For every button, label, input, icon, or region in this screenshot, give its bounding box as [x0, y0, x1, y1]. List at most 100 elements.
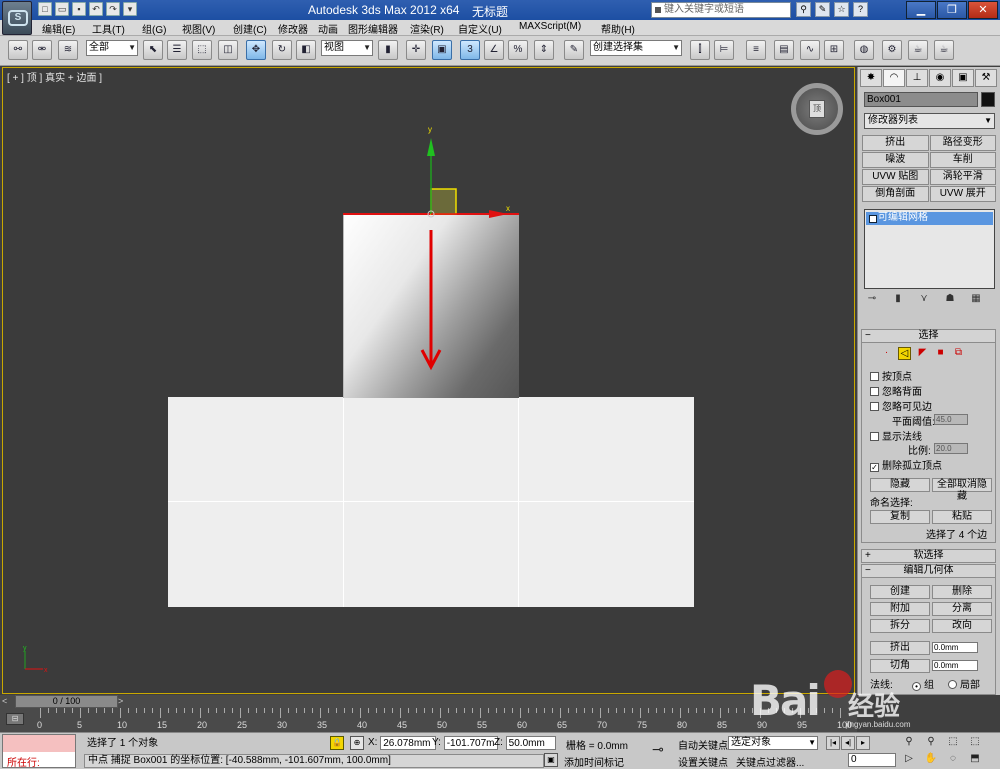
wrench-icon[interactable]: ✎	[815, 2, 830, 17]
pan-icon[interactable]: ✋	[922, 753, 940, 768]
schematic-view-icon[interactable]: ⊞	[824, 40, 844, 60]
minimize-button[interactable]: ▁	[906, 1, 936, 19]
delete-isolated-checkbox[interactable]: ✓ 删除孤立顶点	[870, 457, 942, 472]
zoom-extents-all-icon[interactable]: ⬚	[966, 736, 984, 751]
maxscript-listener[interactable]: 所在行:	[2, 734, 76, 769]
spinner-snap-icon[interactable]: ⇕	[534, 40, 554, 60]
motion-tab-icon[interactable]: ◉	[929, 69, 951, 87]
attach-button[interactable]: 附加	[870, 602, 930, 616]
align-icon[interactable]: ⊨	[714, 40, 734, 60]
hide-button[interactable]: 隐藏	[870, 478, 930, 492]
coord-x-field[interactable]: 26.078mm	[380, 736, 437, 750]
top-viewport[interactable]: [ + ] 顶 ] 真实 + 边面 ] 顶 y x y x	[2, 67, 855, 694]
current-frame-field[interactable]: 0	[848, 753, 896, 767]
coord-y-field[interactable]: -101.707m	[443, 736, 498, 750]
by-vertex-checkbox[interactable]: 按顶点	[870, 368, 912, 383]
ignore-backfacing-checkbox[interactable]: 忽略背面	[870, 383, 922, 398]
planar-threshold-spinner[interactable]: 45.0	[934, 414, 968, 425]
menu-modifiers[interactable]: 修改器	[278, 21, 308, 36]
menu-group[interactable]: 组(G)	[142, 21, 166, 36]
object-color-swatch[interactable]	[981, 92, 995, 107]
detach-button[interactable]: 分离	[932, 602, 992, 616]
curve-editor-icon[interactable]: ∿	[800, 40, 820, 60]
extrude-button[interactable]: 挤出	[870, 641, 930, 655]
rotate-icon[interactable]: ↻	[272, 40, 292, 60]
paste-button[interactable]: 粘贴	[932, 510, 992, 524]
play-icon[interactable]: ▸	[856, 736, 870, 750]
render-production-icon[interactable]: ☕	[934, 40, 954, 60]
time-prev-icon[interactable]: <	[2, 696, 12, 707]
show-end-result-icon[interactable]: ▮	[890, 293, 906, 307]
key-filters-button[interactable]: 关键点过滤器...	[736, 754, 804, 769]
mirror-icon[interactable]: ⫿	[690, 40, 710, 60]
chamfer-amount-spinner[interactable]: 0.0mm	[932, 660, 978, 671]
search-input[interactable]: 键入关键字或短语	[651, 2, 791, 18]
restore-button[interactable]: ❐	[937, 1, 967, 19]
app-logo-icon[interactable]: S	[2, 1, 32, 35]
soft-selection-header[interactable]: + 软选择	[862, 550, 995, 563]
copy-button[interactable]: 复制	[870, 510, 930, 524]
edge-level-icon[interactable]: ◁	[898, 347, 911, 360]
edit-named-sets-icon[interactable]: ✎	[564, 40, 584, 60]
orbit-icon[interactable]: ◌	[944, 753, 962, 768]
turn-button[interactable]: 改向	[932, 619, 992, 633]
mini-curve-editor-icon[interactable]: ⊟	[6, 713, 24, 725]
path-deform-modifier-button[interactable]: 路径变形	[929, 135, 996, 151]
vertex-level-icon[interactable]: ·	[880, 347, 893, 360]
bevel-profile-modifier-button[interactable]: 倒角剖面	[862, 186, 929, 202]
bind-spacewarp-icon[interactable]: ≋	[58, 40, 78, 60]
uvw-map-modifier-button[interactable]: UVW 贴图	[862, 169, 929, 185]
goto-start-icon[interactable]: |◂	[826, 736, 840, 750]
move-icon[interactable]: ✥	[246, 40, 266, 60]
zoom-all-icon[interactable]: ⚲	[922, 736, 940, 751]
show-normals-checkbox[interactable]: 显示法线	[870, 428, 922, 443]
zoom-extents-icon[interactable]: ⬚	[944, 736, 962, 751]
menu-edit[interactable]: 编辑(E)	[42, 21, 75, 36]
keyboard-shortcut-icon[interactable]: ▣	[432, 40, 452, 60]
unlink-icon[interactable]: ⚮	[32, 40, 52, 60]
rendered-frame-icon[interactable]: ☕	[908, 40, 928, 60]
graphite-ribbon-icon[interactable]: ▤	[774, 40, 794, 60]
time-slider[interactable]: < 0 / 100 >	[0, 695, 857, 708]
menu-help[interactable]: 帮助(H)	[601, 21, 635, 36]
save-icon[interactable]: ▪	[72, 2, 86, 16]
display-tab-icon[interactable]: ▣	[952, 69, 974, 87]
noise-modifier-button[interactable]: 噪波	[862, 152, 929, 168]
select-manipulate-icon[interactable]: ✛	[406, 40, 426, 60]
utilities-tab-icon[interactable]: ⚒	[975, 69, 997, 87]
undo-icon[interactable]: ↶	[89, 2, 103, 16]
hierarchy-tab-icon[interactable]: ⊥	[906, 69, 928, 87]
time-next-icon[interactable]: >	[118, 696, 123, 706]
create-tab-icon[interactable]: ✸	[860, 69, 882, 87]
open-file-icon[interactable]: ▭	[55, 2, 69, 16]
time-tag-icon[interactable]: ▣	[544, 753, 558, 767]
lathe-modifier-button[interactable]: 车削	[929, 152, 996, 168]
redo-icon[interactable]: ↷	[106, 2, 120, 16]
zoom-icon[interactable]: ⚲	[900, 736, 918, 751]
chamfer-button[interactable]: 切角	[870, 659, 930, 673]
field-of-view-icon[interactable]: ▷	[900, 753, 918, 768]
normal-group-radio[interactable]: • 组	[912, 676, 934, 691]
divide-button[interactable]: 拆分	[870, 619, 930, 633]
menu-tools[interactable]: 工具(T)	[92, 21, 125, 36]
remove-modifier-icon[interactable]: ☗	[942, 293, 958, 307]
favorites-icon[interactable]: ☆	[834, 2, 849, 17]
new-file-icon[interactable]: □	[38, 2, 52, 16]
link-icon[interactable]: ⚯	[8, 40, 28, 60]
coord-z-field[interactable]: 50.0mm	[505, 736, 556, 750]
polygon-level-icon[interactable]: ■	[934, 347, 947, 360]
normal-local-radio[interactable]: 局部	[948, 676, 980, 691]
make-unique-icon[interactable]: ⋎	[916, 293, 932, 307]
stack-item-editable-mesh[interactable]: 可编辑网格	[866, 212, 993, 225]
turbosmooth-modifier-button[interactable]: 涡轮平滑	[929, 169, 996, 185]
track-bar[interactable]: ⊟ 0 5 10 15 20 25 30 35 40 45 50 55 60 65 70 75 80 85 90 95…	[0, 708, 857, 732]
delete-button[interactable]: 删除	[932, 585, 992, 599]
unhide-all-button[interactable]: 全部取消隐藏	[932, 478, 992, 502]
snap-toggle-icon[interactable]: 3	[460, 40, 480, 60]
object-name-field[interactable]: Box001	[864, 92, 978, 107]
configure-sets-icon[interactable]: ▦	[968, 293, 984, 307]
menu-maxscript[interactable]: MAXScript(M)	[519, 21, 581, 32]
absolute-mode-icon[interactable]: ⊕	[350, 736, 364, 750]
reference-coord-dropdown[interactable]: 视图	[321, 40, 373, 56]
menu-animation[interactable]: 动画	[318, 21, 338, 36]
